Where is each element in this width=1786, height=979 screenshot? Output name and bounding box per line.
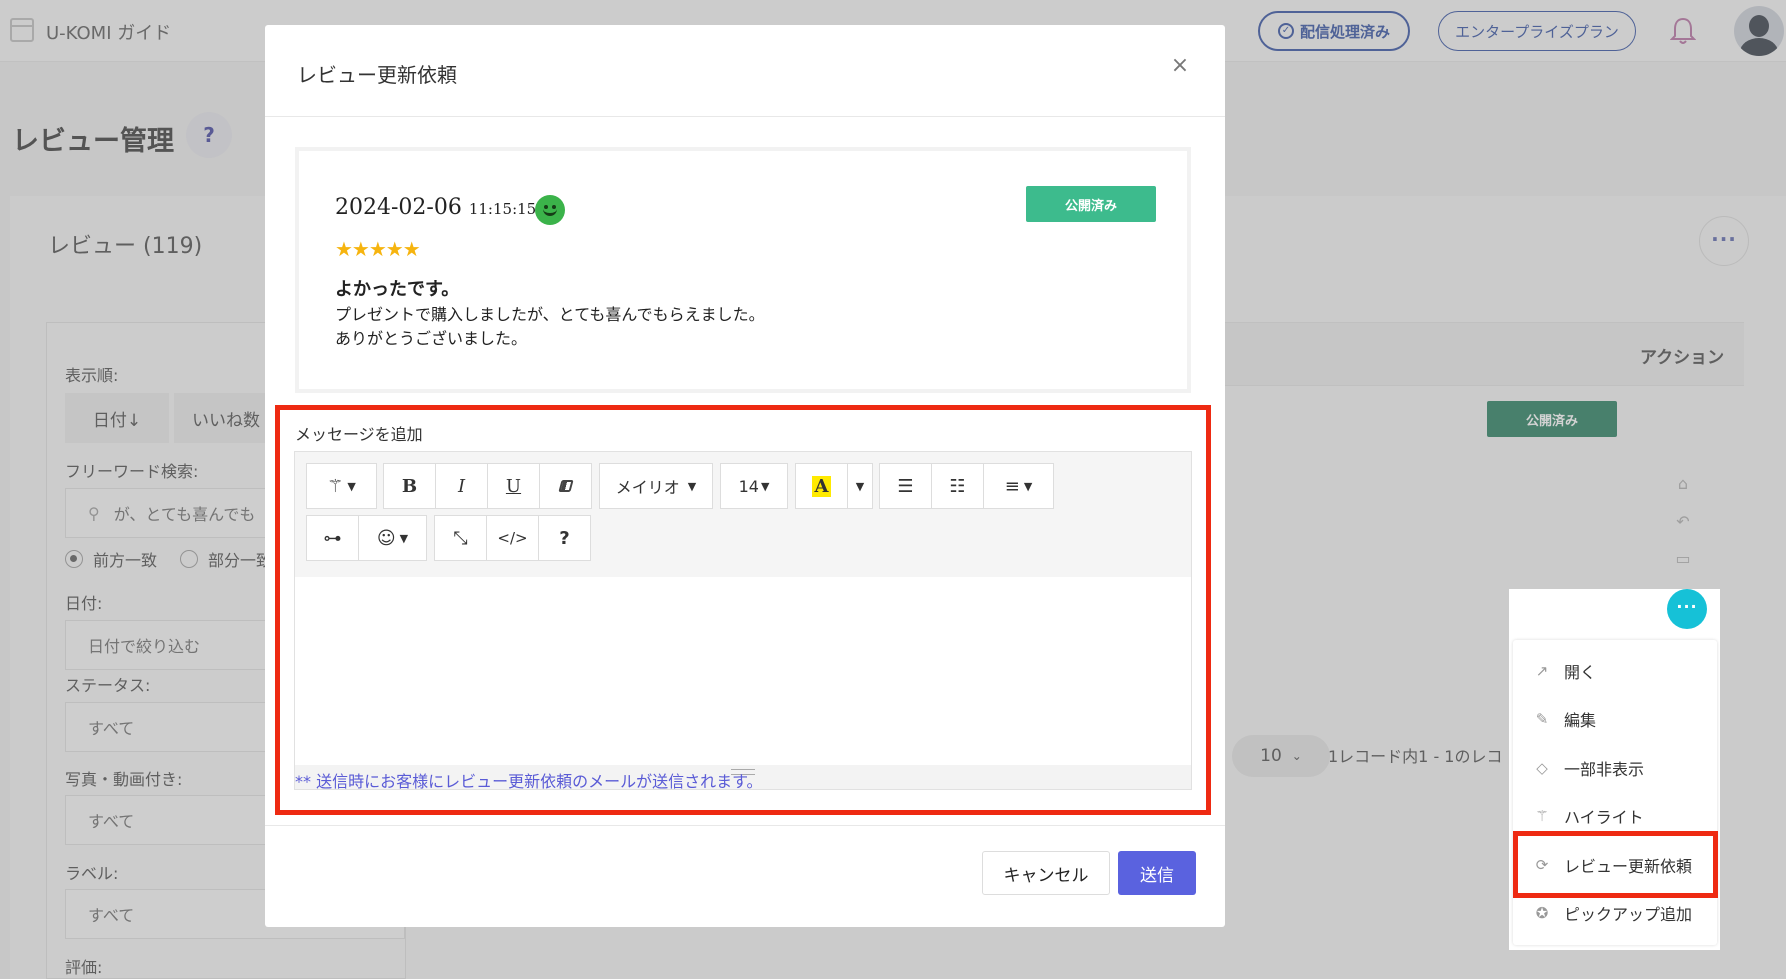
menu-item-label: ハイライト bbox=[1564, 808, 1644, 827]
bullet-list-icon: ☰ bbox=[897, 475, 914, 497]
review-card: 2024-02-06 11:15:15 公開済み ★★★★★ よかったです。 プ… bbox=[295, 147, 1191, 393]
review-update-modal: レビュー更新依頼 × 2024-02-06 11:15:15 公開済み ★★★★… bbox=[265, 25, 1225, 927]
numbered-list-button[interactable]: ☷ bbox=[931, 463, 984, 509]
menu-item-open[interactable]: ↗ 開く bbox=[1532, 657, 1596, 685]
eraser-icon: ◇ bbox=[1536, 759, 1548, 777]
modal-title: レビュー更新依頼 bbox=[297, 63, 457, 87]
link-button[interactable]: ⊶ bbox=[306, 515, 359, 561]
cancel-button[interactable]: キャンセル bbox=[982, 851, 1110, 895]
text-color-button[interactable]: A bbox=[795, 463, 848, 509]
caret-down-icon: ▼ bbox=[687, 479, 697, 493]
menu-item-label: 一部非表示 bbox=[1564, 760, 1645, 779]
italic-button[interactable]: I bbox=[435, 463, 488, 509]
menu-item-add-pickup[interactable]: ✪ ピックアップ追加 bbox=[1532, 899, 1692, 927]
help-button[interactable]: ? bbox=[538, 515, 591, 561]
numbered-list-icon: ☷ bbox=[949, 475, 966, 497]
magic-wand-icon: ⚚ bbox=[327, 475, 344, 497]
review-datetime: 2024-02-06 11:15:15 bbox=[335, 195, 536, 220]
modal-header: レビュー更新依頼 × bbox=[265, 25, 1225, 117]
star-rating: ★★★★★ bbox=[335, 237, 421, 261]
link-icon: ⊶ bbox=[323, 527, 342, 549]
font-size-dropdown[interactable]: 14 ▼ bbox=[720, 463, 788, 509]
align-left-icon: ≡ bbox=[1004, 475, 1020, 497]
eraser-icon bbox=[557, 480, 574, 492]
menu-item-label: ピックアップ追加 bbox=[1564, 905, 1693, 924]
row-more-button[interactable]: ··· bbox=[1667, 589, 1707, 629]
caret-down-icon: ▼ bbox=[855, 479, 865, 493]
text-color-dropdown[interactable]: ▼ bbox=[847, 463, 873, 509]
emoji-icon: ☺ bbox=[376, 527, 396, 549]
text-color-icon: A bbox=[811, 475, 832, 497]
close-icon[interactable]: × bbox=[1165, 51, 1195, 81]
menu-item-partial-hide[interactable]: ◇ 一部非表示 bbox=[1532, 754, 1644, 782]
editor-toolbar: ⚚ ▼ B I U メイリオ ▼ 14 ▼ A ▼ ☰ ☷ ≡ ▼ ⊶ ☺ ▼ … bbox=[295, 452, 1191, 577]
message-editor-area[interactable] bbox=[295, 577, 1191, 765]
caret-down-icon: ▼ bbox=[399, 531, 409, 545]
review-title: よかったです。 bbox=[335, 279, 460, 300]
send-button[interactable]: 送信 bbox=[1118, 851, 1196, 895]
font-name-dropdown[interactable]: メイリオ ▼ bbox=[599, 463, 713, 509]
caret-down-icon: ▼ bbox=[347, 479, 356, 493]
review-status-badge: 公開済み bbox=[1026, 186, 1156, 222]
review-body-line: ありがとうございました。 bbox=[335, 329, 528, 348]
menu-item-highlight[interactable]: ⚚ ハイライト bbox=[1532, 802, 1644, 830]
bold-button[interactable]: B bbox=[383, 463, 436, 509]
modal-footer-divider bbox=[265, 825, 1225, 826]
caret-down-icon: ▼ bbox=[1023, 479, 1033, 493]
code-view-button[interactable]: </> bbox=[486, 515, 539, 561]
rich-text-editor: ⚚ ▼ B I U メイリオ ▼ 14 ▼ A ▼ ☰ ☷ ≡ ▼ ⊶ ☺ ▼ … bbox=[294, 451, 1192, 790]
review-time: 11:15:15 bbox=[468, 200, 537, 218]
menu-highlight-box bbox=[1513, 831, 1718, 898]
award-icon: ✪ bbox=[1535, 904, 1549, 922]
edit-icon: ✎ bbox=[1535, 710, 1549, 728]
fullscreen-icon: ⤡ bbox=[453, 527, 468, 549]
review-body-line: プレゼントで購入しましたが、とても喜んでもらえました。 bbox=[335, 305, 765, 324]
menu-item-edit[interactable]: ✎ 編集 bbox=[1532, 705, 1596, 733]
external-link-icon: ↗ bbox=[1535, 662, 1549, 680]
eraser-button[interactable] bbox=[539, 463, 592, 509]
magic-wand-icon: ⚚ bbox=[1535, 807, 1549, 825]
magic-wand-dropdown[interactable]: ⚚ ▼ bbox=[306, 463, 377, 509]
email-notice: ** 送信時にお客様にレビュー更新依頼のメールが送信されます。 bbox=[295, 772, 763, 791]
bullet-list-button[interactable]: ☰ bbox=[879, 463, 932, 509]
message-label: メッセージを追加 bbox=[295, 425, 423, 444]
menu-item-label: 開く bbox=[1564, 663, 1597, 682]
font-name-value: メイリオ bbox=[615, 478, 680, 497]
font-size-value: 14 bbox=[738, 476, 759, 496]
align-dropdown[interactable]: ≡ ▼ bbox=[983, 463, 1054, 509]
smiley-icon bbox=[535, 195, 565, 225]
review-date: 2024-02-06 bbox=[335, 195, 462, 220]
menu-item-label: 編集 bbox=[1564, 711, 1597, 730]
fullscreen-button[interactable]: ⤡ bbox=[434, 515, 487, 561]
emoji-dropdown[interactable]: ☺ ▼ bbox=[358, 515, 427, 561]
caret-down-icon: ▼ bbox=[760, 479, 770, 493]
underline-button[interactable]: U bbox=[487, 463, 540, 509]
